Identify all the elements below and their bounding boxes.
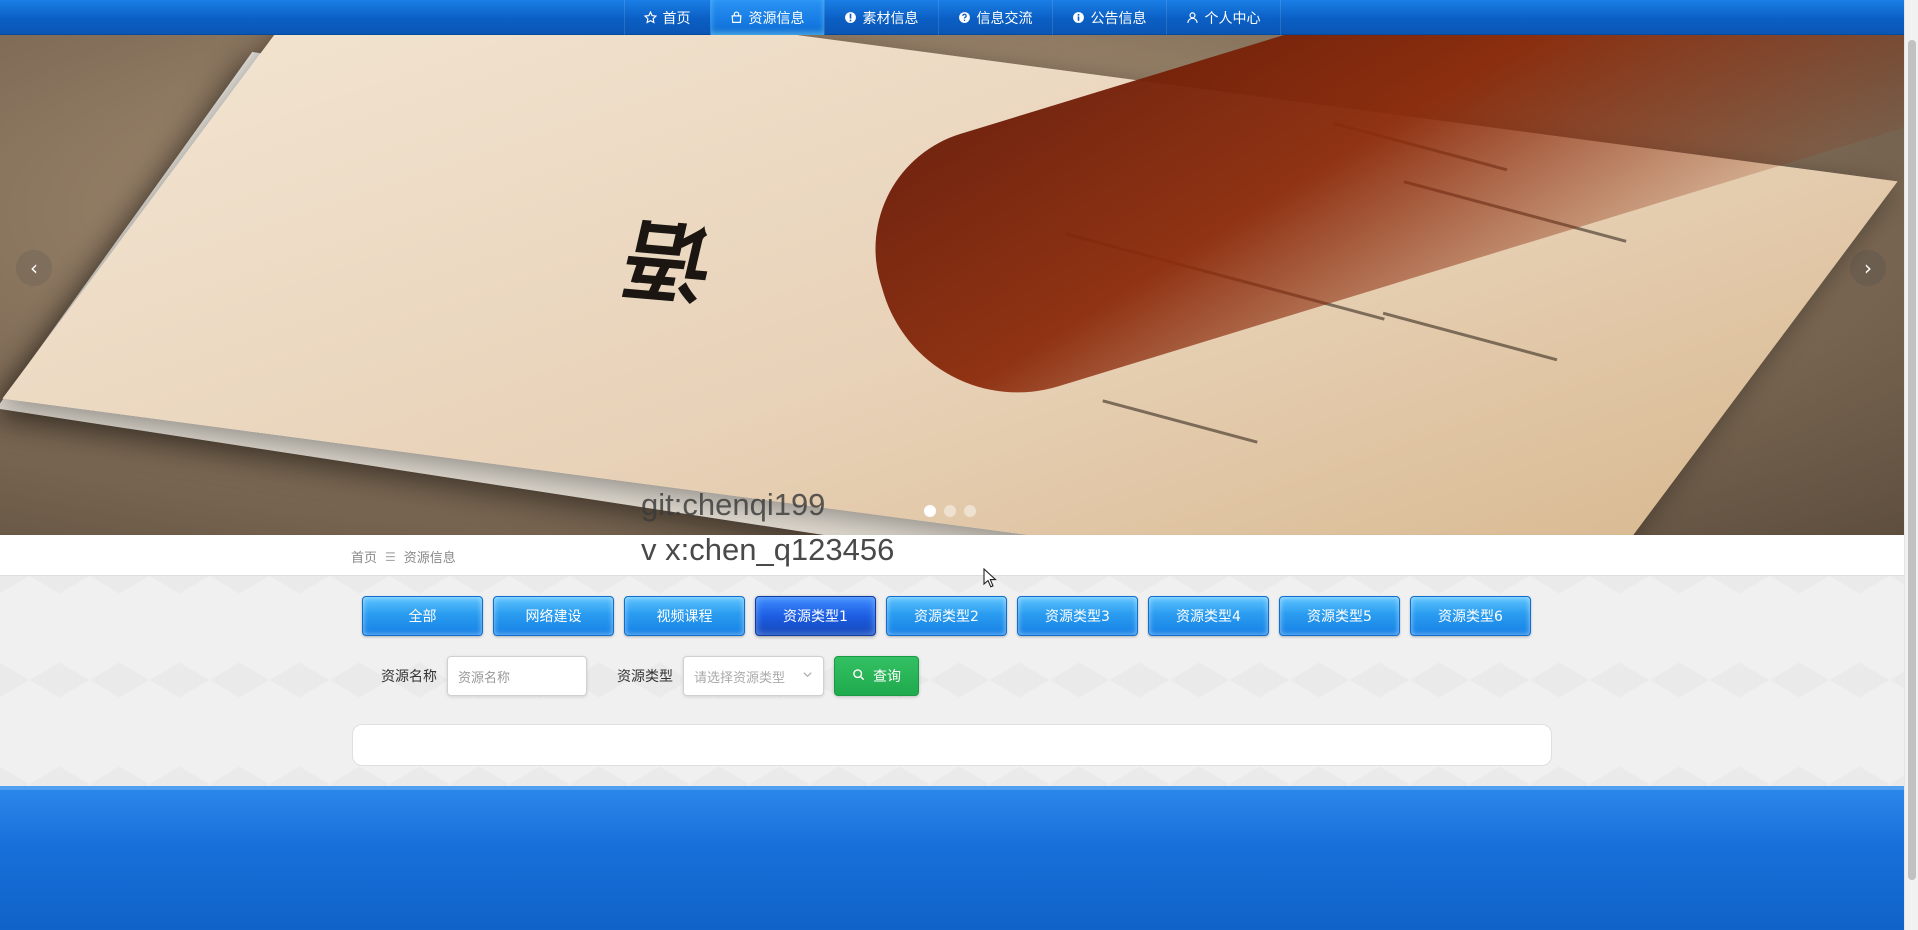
nav-label: 个人中心 — [1204, 10, 1261, 27]
category-button-type5[interactable]: 资源类型5 — [1279, 596, 1400, 636]
resource-name-placeholder: 资源名称 — [458, 670, 511, 686]
results-list — [352, 724, 1552, 766]
breadcrumb: 首页 ☰ 资源信息 — [351, 547, 456, 567]
carousel-dot[interactable] — [944, 505, 956, 517]
top-navigation: 首页 资源信息 素材信息 信息交流 公告信息 个人中心 — [0, 0, 1904, 35]
carousel-dot[interactable] — [924, 505, 936, 517]
resource-name-label: 资源名称 — [381, 669, 437, 685]
nav-label: 公告信息 — [1090, 10, 1147, 27]
search-button-label: 查询 — [873, 669, 901, 685]
info-circle-icon — [1072, 11, 1086, 25]
search-form: 资源名称 资源名称 资源类型 请选择资源类型 查询 — [381, 656, 919, 696]
mouse-cursor-icon — [983, 567, 997, 588]
footer — [0, 786, 1904, 930]
resource-name-input[interactable]: 资源名称 — [447, 656, 587, 696]
info-icon — [844, 11, 858, 25]
nav-item-profile[interactable]: 个人中心 — [1165, 0, 1281, 35]
carousel-indicators — [924, 505, 976, 517]
breadcrumb-current: 资源信息 — [403, 551, 456, 566]
nav-label: 首页 — [662, 10, 691, 27]
banner-carousel: 语 ‹ › — [0, 35, 1904, 535]
nav-item-materials[interactable]: 素材信息 — [823, 0, 938, 35]
nav-item-home[interactable]: 首页 — [623, 0, 710, 35]
search-button[interactable]: 查询 — [834, 656, 919, 696]
star-icon — [644, 11, 658, 25]
scrollbar-thumb[interactable] — [1908, 40, 1916, 880]
category-button-type4[interactable]: 资源类型4 — [1148, 596, 1269, 636]
category-filter: 全部 网络建设 视频课程 资源类型1 资源类型2 资源类型3 资源类型4 资源类… — [362, 596, 1531, 636]
resource-type-label: 资源类型 — [617, 669, 673, 685]
breadcrumb-home[interactable]: 首页 — [351, 547, 377, 566]
watermark-line-2: v x:chen_q123456 — [641, 532, 895, 567]
chevron-right-icon: › — [1864, 256, 1872, 280]
nav-item-announcements[interactable]: 公告信息 — [1051, 0, 1166, 35]
page-scrollbar[interactable] — [1904, 0, 1918, 930]
category-button-all[interactable]: 全部 — [362, 596, 483, 636]
nav-item-exchange[interactable]: 信息交流 — [937, 0, 1052, 35]
nav-label: 素材信息 — [862, 10, 919, 27]
question-icon — [958, 11, 972, 25]
resource-type-select[interactable]: 请选择资源类型 — [683, 656, 824, 696]
user-icon — [1186, 11, 1200, 25]
breadcrumb-bar: 首页 ☰ 资源信息 — [0, 535, 1904, 576]
nav-item-resources[interactable]: 资源信息 — [709, 0, 824, 35]
category-button-type3[interactable]: 资源类型3 — [1017, 596, 1138, 636]
bag-icon — [730, 11, 744, 25]
main-content: 全部 网络建设 视频课程 资源类型1 资源类型2 资源类型3 资源类型4 资源类… — [0, 576, 1904, 786]
breadcrumb-separator-icon: ☰ — [385, 549, 396, 564]
search-icon — [852, 668, 865, 685]
carousel-dot[interactable] — [964, 505, 976, 517]
nav-label: 资源信息 — [748, 10, 805, 27]
carousel-next-button[interactable]: › — [1850, 250, 1886, 286]
category-button-type1[interactable]: 资源类型1 — [755, 596, 876, 636]
category-button-network[interactable]: 网络建设 — [493, 596, 614, 636]
carousel-prev-button[interactable]: ‹ — [16, 250, 52, 286]
nav-label: 信息交流 — [976, 10, 1033, 27]
chevron-left-icon: ‹ — [30, 256, 38, 280]
category-button-type2[interactable]: 资源类型2 — [886, 596, 1007, 636]
resource-type-placeholder: 请选择资源类型 — [694, 670, 786, 686]
chevron-down-icon — [802, 669, 813, 684]
category-button-video[interactable]: 视频课程 — [624, 596, 745, 636]
category-button-type6[interactable]: 资源类型6 — [1410, 596, 1531, 636]
watermark-line-1: git:chenqi199 — [641, 487, 826, 522]
